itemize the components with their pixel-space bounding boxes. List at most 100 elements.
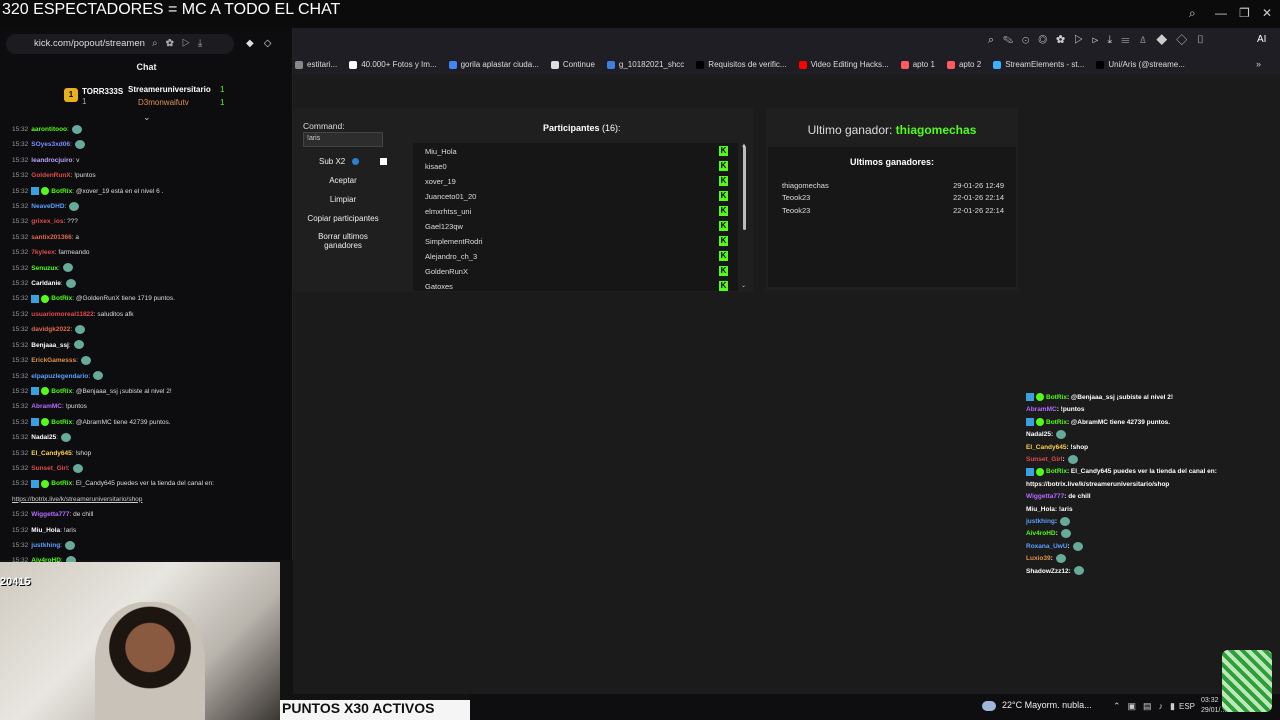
copy-participants-button[interactable]: Copiar participantes [298, 214, 388, 223]
chat-message: 15:32 BotRix: El_Candy645 puedes ver la t… [12, 476, 287, 491]
chat-text: : [67, 126, 69, 133]
browser-tool-icons[interactable]: ⌕✎⊙◎✿▷⊳⤓☰♙◆◇▯ [988, 34, 1214, 47]
participant-row[interactable]: SimplementRodri K [413, 233, 738, 248]
ai-button[interactable]: AI [1257, 34, 1266, 45]
participant-row[interactable]: Miu_Hola K [413, 143, 738, 158]
chat-username[interactable]: Senuzux [31, 265, 58, 272]
chat-username[interactable]: AbramMC [31, 403, 62, 410]
participant-row[interactable]: Gatoxes K [413, 278, 738, 291]
chat-message: 15:32 justkhing: [12, 538, 287, 553]
bookmark-item[interactable]: g_10182021_shcc [606, 60, 685, 69]
participants-list[interactable]: Miu_Hola Kkisae0 Kxover_19 K Juanceto01_20 Ke… [413, 143, 738, 291]
participant-name: Juanceto01_20 [425, 192, 477, 201]
chat-username[interactable]: Benjaaa_ssj [31, 342, 69, 349]
participant-row[interactable]: GoldenRunX K [413, 263, 738, 278]
chat-username[interactable]: Carldanie [31, 280, 61, 287]
winner-name: thiagomechas [782, 181, 829, 190]
bookmark-favicon-icon [946, 60, 955, 69]
points-banner: PUNTOS X30 ACTIVOS [280, 700, 470, 720]
chat-username[interactable]: Wiggetta777 [31, 511, 69, 518]
close-icon[interactable]: ✕ [1262, 6, 1272, 20]
kick-logo-icon: K [719, 266, 728, 276]
bookmark-item[interactable]: StreamElements - st... [993, 60, 1084, 69]
chat-username[interactable]: grixex_ios [31, 218, 63, 225]
chat-username[interactable]: BotRix [51, 295, 72, 302]
chat-text: : a [71, 233, 79, 241]
overlay-username: justkhing [1026, 518, 1055, 526]
chat-username[interactable]: justkhing [31, 542, 60, 549]
chat-username[interactable]: davidgk2022 [31, 326, 70, 333]
chat-text: : El_Candy645 puedes ver la tienda del c… [72, 480, 214, 488]
delete-winners-button[interactable]: Borrar ultimos ganadores [303, 232, 383, 250]
system-tray-icons[interactable]: ⌃▣▤♪▮ [1113, 701, 1182, 712]
info-icon[interactable] [352, 158, 359, 165]
chat-username[interactable]: leandrocjuiro [31, 157, 72, 164]
bookmark-item[interactable]: apto 1 [900, 60, 935, 69]
chat-username[interactable]: SOyes3xd06 [31, 141, 70, 148]
chat-username[interactable]: BotRix [51, 480, 72, 487]
chat-username[interactable]: BotRix [51, 188, 72, 195]
participant-row[interactable]: Alejandro_ch_3 K [413, 248, 738, 263]
command-input[interactable]: !aris [303, 132, 383, 147]
participant-name: GoldenRunX [425, 267, 468, 276]
emote-icon [1072, 541, 1083, 551]
chat-username[interactable]: BotRix [51, 388, 72, 395]
bookmark-item[interactable]: gorila aplastar ciuda... [448, 60, 539, 69]
overlay-text: : [1050, 555, 1053, 563]
bookmark-item[interactable]: Continue [550, 60, 595, 69]
chat-username[interactable]: ErickGamesss [31, 357, 76, 364]
bookmark-item[interactable]: estitari... [295, 60, 337, 69]
participant-row[interactable]: elmxrhtss_uni K [413, 203, 738, 218]
search-icon[interactable]: ⌕ [1189, 6, 1196, 21]
bookmark-item[interactable]: Uni/Aris (@streame... [1096, 60, 1185, 69]
weather-text[interactable]: 22°C Mayorm. nubla... [1002, 700, 1092, 710]
bookmark-item[interactable]: Requisitos de verific... [696, 60, 787, 69]
chat-username[interactable]: Sunset_Girl [31, 465, 67, 472]
cloud-icon [982, 701, 996, 711]
participants-scrollbar[interactable] [743, 146, 746, 230]
accept-button[interactable]: Aceptar [303, 176, 383, 185]
participant-row[interactable]: Juanceto01_20 K [413, 188, 738, 203]
minimize-icon[interactable]: — [1215, 6, 1227, 20]
bookmark-label: g_10182021_shcc [618, 60, 685, 69]
chat-text: : !shop [71, 449, 92, 457]
overlay-username: Luxio39 [1026, 555, 1051, 563]
sub-x2-checkbox[interactable] [380, 158, 387, 165]
chat-text: : v [72, 156, 80, 164]
chat-message-list[interactable]: 15:32 aarontitooo: 15:32 SOyes3xd06: 15:32 le… [12, 122, 287, 562]
overlay-text: : [1062, 456, 1065, 464]
chat-username[interactable]: NeaveDHD [31, 203, 64, 210]
scroll-down-icon[interactable]: ⌄ [741, 282, 746, 289]
address-bar-tools[interactable]: ⌕✿▷⤓ [152, 38, 210, 49]
chat-timestamp: 15:32 [12, 172, 29, 180]
chat-username[interactable]: elpapuzlegendario [31, 373, 88, 380]
restore-icon[interactable]: ❐ [1239, 6, 1250, 20]
scroll-up-icon[interactable]: ▲ [741, 143, 747, 149]
chat-username[interactable]: Miu_Hola [31, 527, 60, 534]
language-indicator[interactable]: ESP [1179, 702, 1195, 711]
chat-text: : @GoldenRunX tiene 1719 puntos. [72, 295, 175, 303]
chat-username[interactable]: GoldenRunX [31, 172, 70, 179]
winner-date: 29-01-26 12:49 [953, 181, 1004, 190]
chat-username[interactable]: El_Candy645 [31, 450, 71, 457]
chat-timestamp: 15:32 [12, 480, 29, 488]
chat-username[interactable]: 7kyleex [31, 249, 55, 256]
bookmark-item[interactable]: apto 2 [946, 60, 981, 69]
verified-badge-icon [41, 294, 50, 303]
participant-row[interactable]: kisae0 K [413, 158, 738, 173]
more-bookmarks-icon[interactable]: » [1256, 59, 1261, 69]
bookmark-item[interactable]: 40.000+ Fotos y Im... [349, 60, 437, 69]
extension-icons[interactable]: ◆◇ [246, 38, 281, 49]
clear-button[interactable]: Limpiar [303, 195, 383, 204]
participant-row[interactable]: xover_19 K [413, 173, 738, 188]
bookmark-label: gorila aplastar ciuda... [460, 60, 539, 69]
chat-username[interactable]: aarontitooo [31, 126, 67, 133]
chat-username[interactable]: usuariomoreal11822 [31, 311, 94, 318]
chat-username[interactable]: Nadal25 [31, 434, 56, 441]
bookmark-item[interactable]: Video Editing Hacks... [798, 60, 889, 69]
chat-username[interactable]: BotRix [51, 419, 72, 426]
participant-row[interactable]: Gael123qw K [413, 218, 738, 233]
chat-username[interactable]: santix201366 [31, 234, 71, 241]
emote-icon [93, 371, 104, 381]
chat-message: 15:32 aarontitooo: [12, 122, 287, 137]
